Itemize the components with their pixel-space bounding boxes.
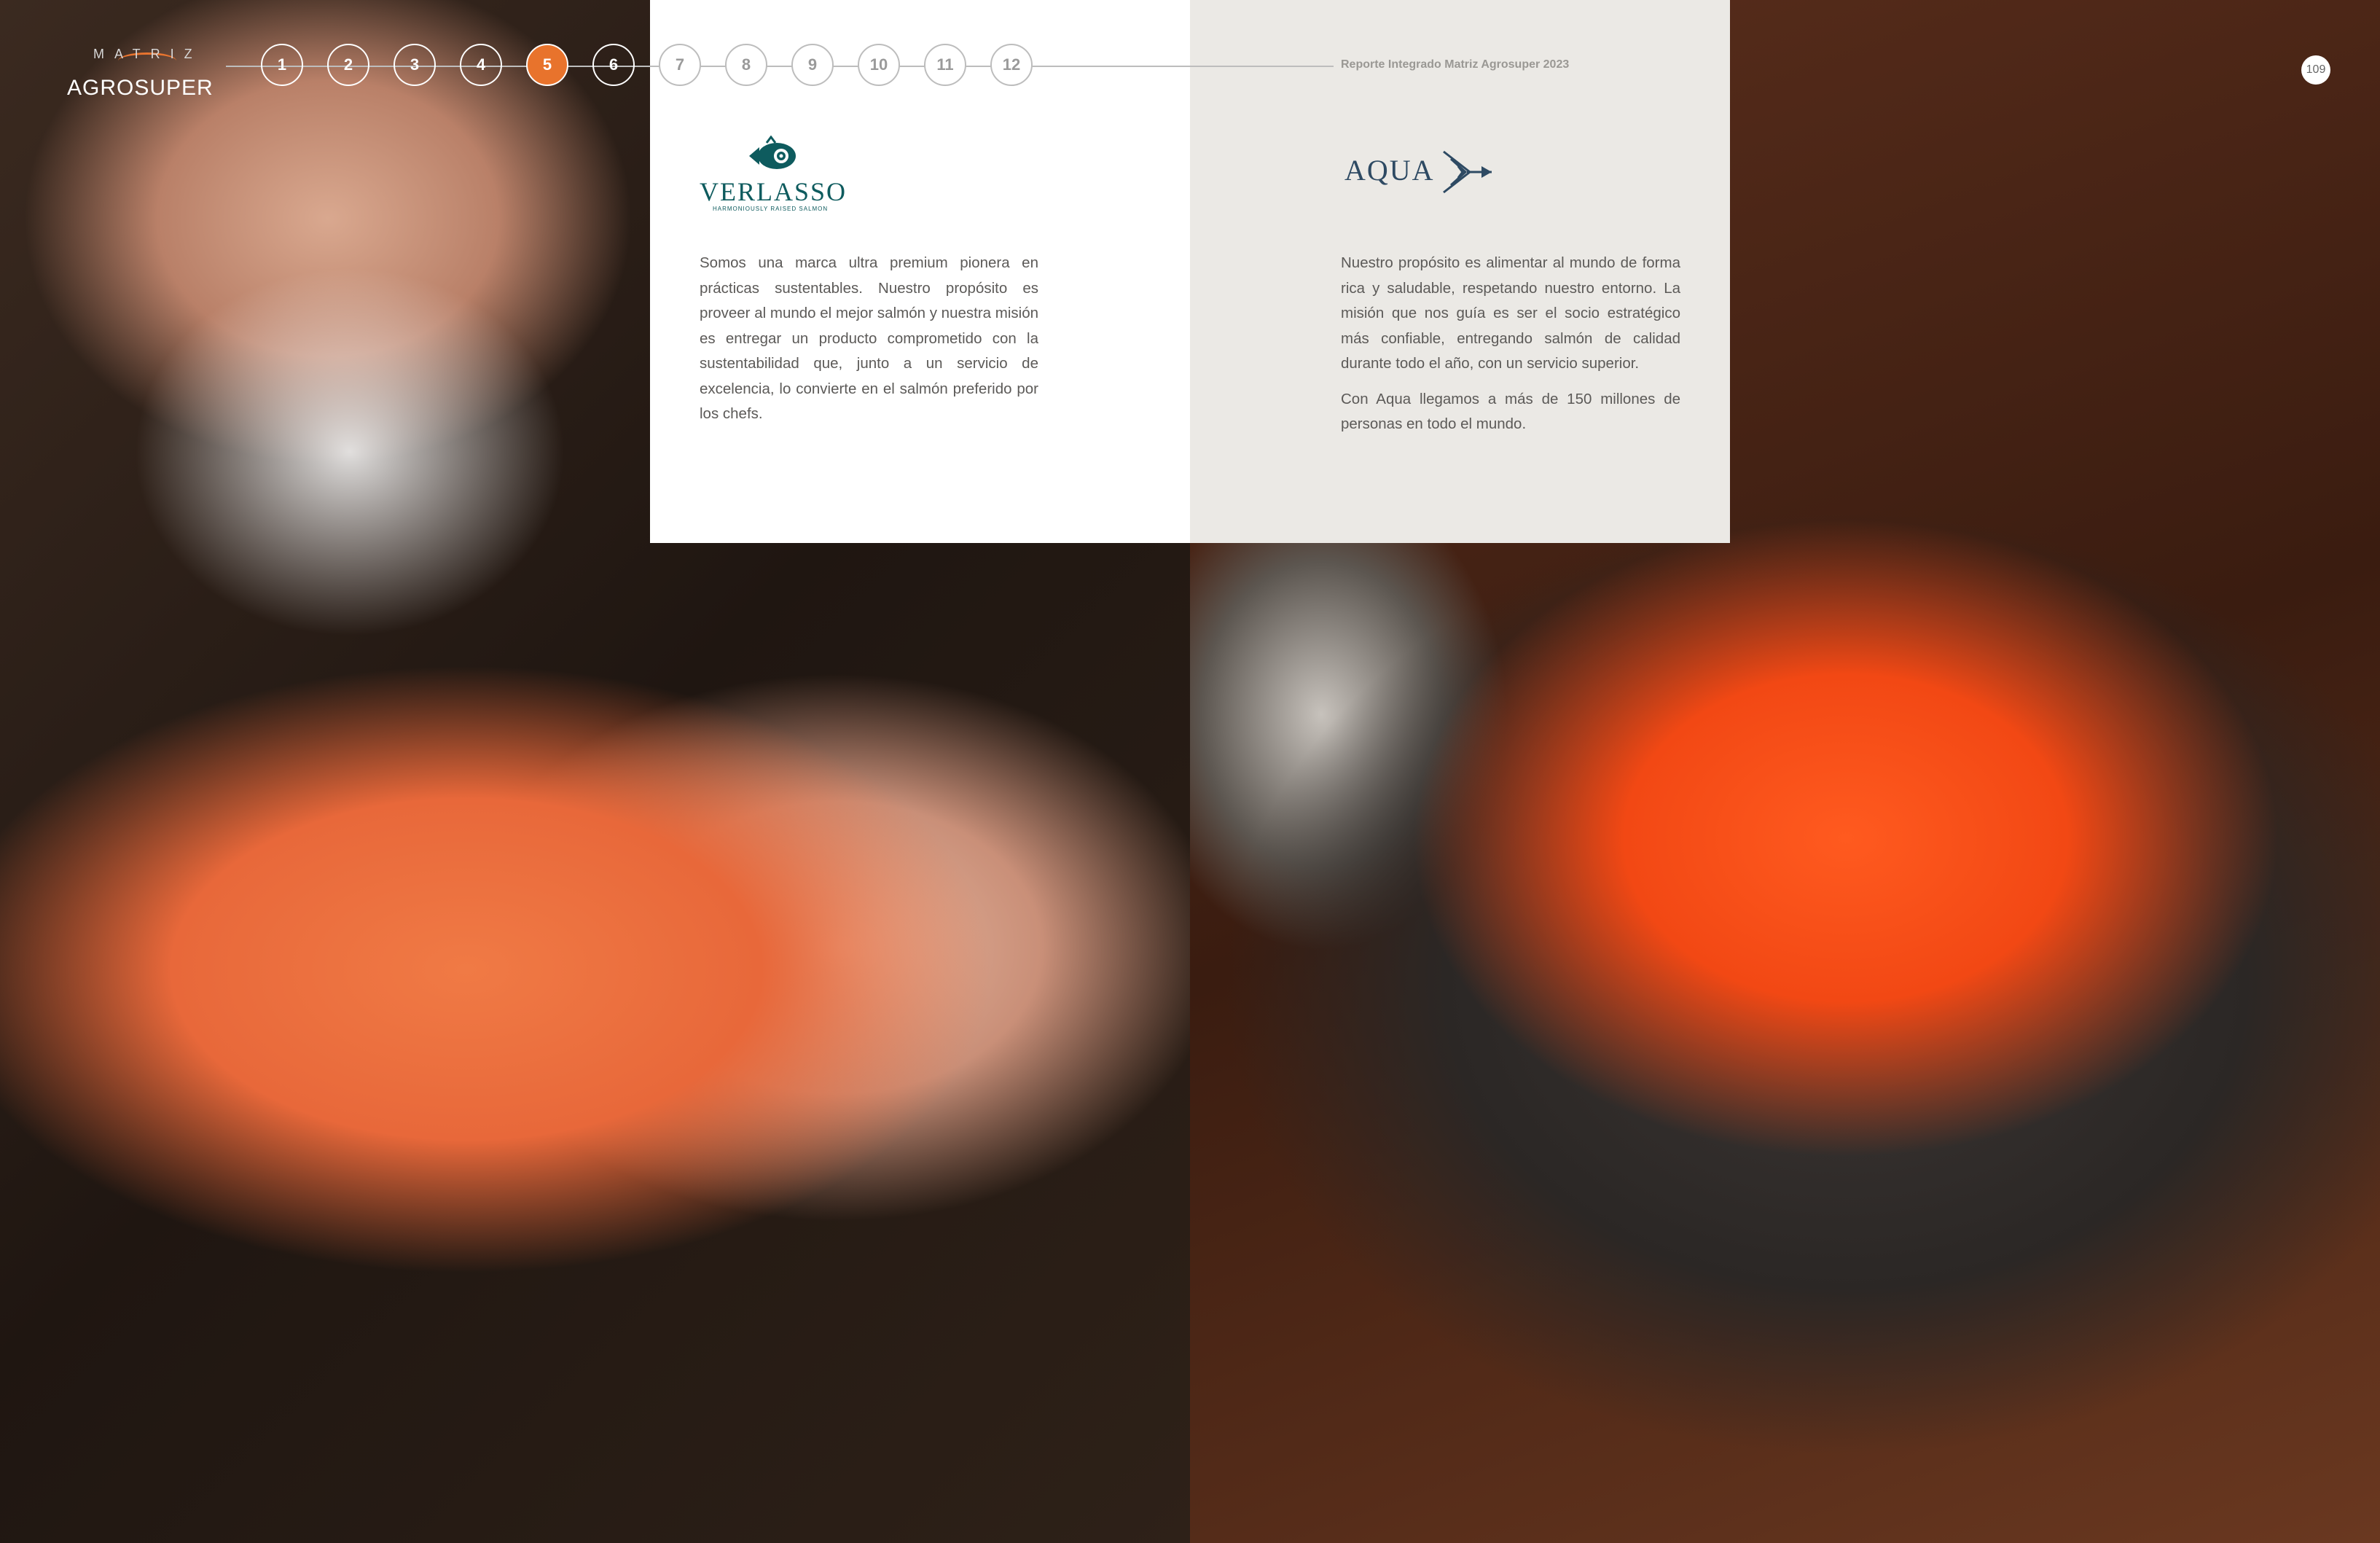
fish-icon [749, 136, 796, 169]
verlasso-description: Somos una marca ultra premium pionera en… [700, 251, 1038, 427]
chapter-step-10[interactable]: 10 [858, 44, 900, 86]
aqua-description: Nuestro propósito es alimentar al mundo … [1341, 251, 1680, 448]
page-number: 109 [2301, 55, 2330, 85]
chapter-step-6[interactable]: 6 [592, 44, 635, 86]
aqua-logo: AQUA [1344, 146, 1512, 204]
report-title: Reporte Integrado Matriz Agrosuper 2023 [1341, 58, 1570, 71]
chapter-step-2[interactable]: 2 [327, 44, 369, 86]
aqua-fish-icon [1443, 150, 1492, 194]
aqua-paragraph-1: Nuestro propósito es alimentar al mundo … [1341, 254, 1680, 372]
chapter-step-3[interactable]: 3 [394, 44, 436, 86]
aqua-wordmark: AQUA [1344, 154, 1435, 187]
verlasso-paragraph: Somos una marca ultra premium pionera en… [700, 254, 1038, 422]
chapter-step-11[interactable]: 11 [924, 44, 966, 86]
chapter-step-4[interactable]: 4 [460, 44, 502, 86]
logo-bottom-text: AGROSUPER [67, 76, 214, 100]
chapter-step-12[interactable]: 12 [990, 44, 1033, 86]
chapter-step-5[interactable]: 5 [526, 44, 568, 86]
verlasso-tagline: HARMONIOUSLY RAISED SALMON [713, 206, 829, 212]
verlasso-wordmark: VERLASSO [700, 177, 848, 206]
chapter-step-9[interactable]: 9 [791, 44, 834, 86]
chapter-step-1[interactable]: 1 [261, 44, 303, 86]
verlasso-logo: VERLASSO HARMONIOUSLY RAISED SALMON [700, 136, 853, 216]
logo-top-text: MATRIZ [93, 47, 203, 61]
nav-line [226, 66, 1334, 67]
chapter-step-8[interactable]: 8 [725, 44, 767, 86]
aqua-paragraph-2: Con Aqua llegamos a más de 150 millones … [1341, 390, 1680, 433]
chapter-step-7[interactable]: 7 [659, 44, 701, 86]
agrosuper-logo[interactable]: MATRIZ AGROSUPER [67, 47, 213, 105]
